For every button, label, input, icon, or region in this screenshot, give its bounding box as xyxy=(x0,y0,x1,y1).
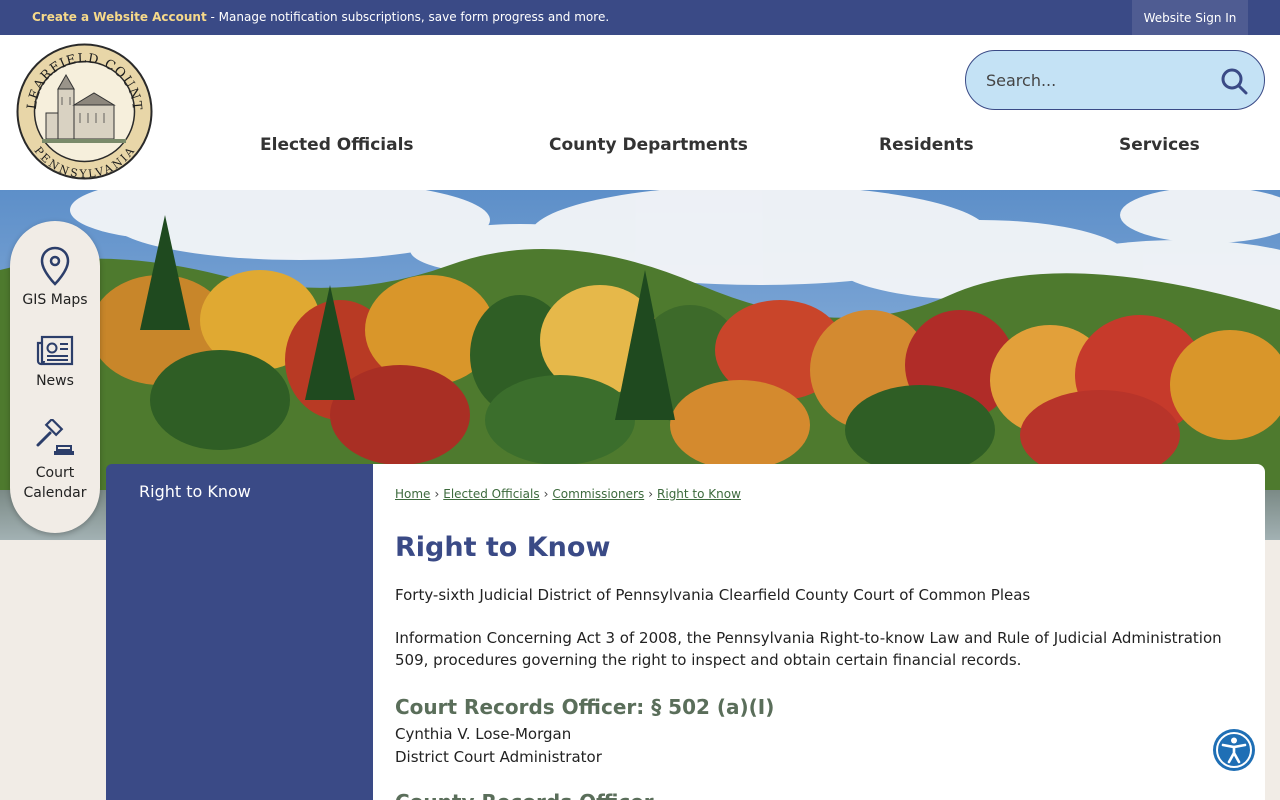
map-pin-icon xyxy=(40,246,70,286)
breadcrumb-separator: › xyxy=(648,487,654,501)
accessibility-icon xyxy=(1216,732,1252,768)
create-account-link[interactable]: Create a Website Account xyxy=(32,10,207,24)
gavel-icon xyxy=(36,419,74,455)
account-message-text: - Manage notification subscriptions, sav… xyxy=(206,10,610,24)
court-records-officer-heading: Court Records Officer: § 502 (a)(I) xyxy=(395,695,775,719)
sidebar-item-right-to-know[interactable]: Right to Know xyxy=(139,482,251,501)
newspaper-icon xyxy=(36,335,74,366)
act-information-paragraph: Information Concerning Act 3 of 2008, th… xyxy=(395,629,1222,669)
breadcrumb-commissioners[interactable]: Commissioners xyxy=(552,487,644,501)
page-title: Right to Know xyxy=(395,532,611,563)
county-records-officer-heading: County Records Officer xyxy=(395,790,654,800)
breadcrumb-separator: › xyxy=(434,487,440,501)
search-icon[interactable] xyxy=(1220,67,1248,95)
top-utility-bar: Create a Website Account - Manage notifi… xyxy=(0,0,1280,35)
accessibility-button[interactable] xyxy=(1213,729,1255,771)
sidebar-nav: Right to Know xyxy=(106,464,373,800)
site-header: CLEARFIELD COUNTY PENNSYLVANIA xyxy=(0,32,1280,190)
quick-link-label: Court Calendar xyxy=(23,465,87,501)
breadcrumb-elected-officials[interactable]: Elected Officials xyxy=(443,487,539,501)
breadcrumb-separator: › xyxy=(543,487,549,501)
officer-name: Cynthia V. Lose-Morgan xyxy=(395,725,572,743)
breadcrumb-home[interactable]: Home xyxy=(395,487,430,501)
nav-services[interactable]: Services xyxy=(1119,135,1200,155)
main-content: Home › Elected Officials › Commissioners › Rig… xyxy=(373,464,1265,800)
quick-link-label: GIS Maps xyxy=(22,292,88,308)
quick-link-label: News xyxy=(36,373,74,389)
quick-links-panel: GIS Maps News Court Calendar xyxy=(10,221,100,533)
nav-residents[interactable]: Residents xyxy=(879,135,974,155)
website-sign-in-button[interactable]: Website Sign In xyxy=(1132,0,1248,35)
nav-elected-officials[interactable]: Elected Officials xyxy=(260,135,414,155)
quick-link-court-calendar[interactable]: Court Calendar xyxy=(10,419,100,503)
breadcrumb: Home › Elected Officials › Commissioners › Rig… xyxy=(395,487,741,501)
breadcrumb-right-to-know[interactable]: Right to Know xyxy=(657,487,741,501)
search-box xyxy=(965,50,1265,110)
county-seal-icon[interactable]: CLEARFIELD COUNTY PENNSYLVANIA xyxy=(10,32,153,181)
account-message: Create a Website Account - Manage notifi… xyxy=(32,10,609,24)
quick-link-news[interactable]: News xyxy=(10,335,100,389)
intro-paragraph: Forty-sixth Judicial District of Pennsyl… xyxy=(395,586,1031,604)
officer-title: District Court Administrator xyxy=(395,748,602,766)
quick-link-gis-maps[interactable]: GIS Maps xyxy=(10,246,100,308)
nav-county-departments[interactable]: County Departments xyxy=(549,135,748,155)
search-input[interactable] xyxy=(986,51,1216,109)
